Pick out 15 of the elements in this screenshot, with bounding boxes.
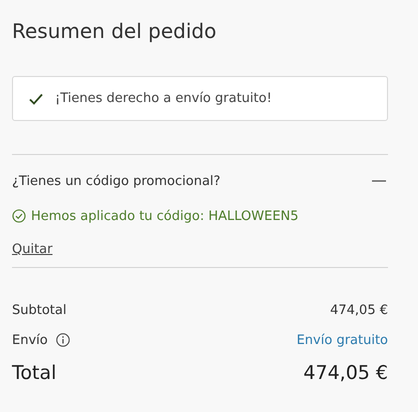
- notice-text: ¡Tienes derecho a envío gratuito!: [55, 91, 272, 106]
- summary-label: Subtotal: [12, 302, 66, 318]
- promo-toggle[interactable]: ¿Tienes un código promocional?: [12, 170, 388, 192]
- check-icon: [29, 92, 43, 104]
- summary-label: Envío: [12, 332, 48, 348]
- total-value: 474,05 €: [303, 362, 388, 384]
- check-circle-icon: [12, 209, 26, 223]
- remove-link[interactable]: Quitar: [12, 242, 52, 257]
- applied-code-message: Hemos aplicado tu código: HALLOWEEN5: [31, 208, 299, 224]
- summary-value: 474,05 €: [330, 302, 388, 318]
- summary-value: Envío gratuito: [296, 332, 388, 348]
- promo-question: ¿Tienes un código promocional?: [12, 174, 220, 188]
- page-title: Resumen del pedido: [12, 18, 218, 45]
- total-label: Total: [12, 362, 56, 384]
- info-icon[interactable]: [56, 333, 70, 347]
